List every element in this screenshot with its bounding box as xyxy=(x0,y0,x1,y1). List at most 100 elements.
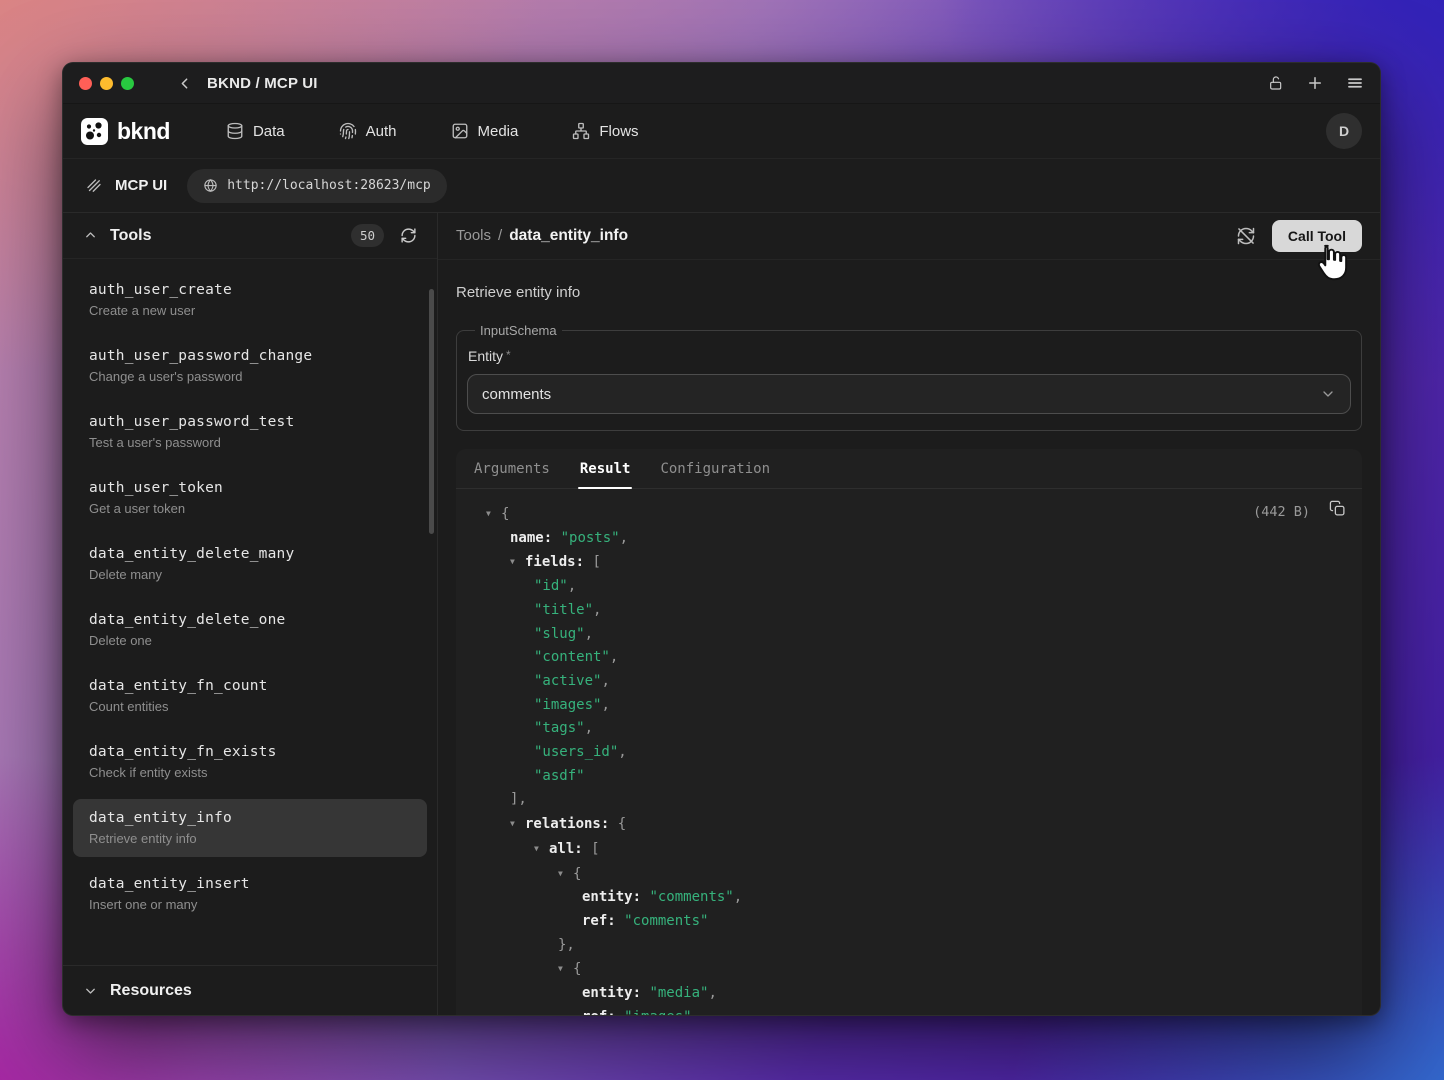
entity-select-value: comments xyxy=(482,386,551,403)
close-button[interactable] xyxy=(79,77,92,90)
tool-name: auth_user_create xyxy=(89,282,411,298)
json-punctuation: , xyxy=(610,649,618,665)
json-line: ref: "images" xyxy=(472,1006,1346,1015)
tool-name: data_entity_delete_one xyxy=(89,612,411,628)
lock-button[interactable] xyxy=(1268,75,1284,91)
expand-arrow-icon[interactable]: ▼ xyxy=(510,550,525,574)
expand-arrow-icon[interactable]: ▼ xyxy=(558,862,573,886)
new-tab-button[interactable] xyxy=(1306,74,1324,92)
json-string-value: "images" xyxy=(624,1009,691,1015)
brand-logo[interactable]: bknd xyxy=(81,118,170,145)
json-punctuation: , xyxy=(734,889,742,905)
expand-arrow-icon[interactable]: ▼ xyxy=(510,812,525,836)
json-punctuation: , xyxy=(708,985,716,1001)
json-string-value: "posts" xyxy=(561,530,620,546)
zoom-button[interactable] xyxy=(121,77,134,90)
json-string-value: "active" xyxy=(534,673,601,689)
json-punctuation: ], xyxy=(510,791,527,807)
json-string-value: "media" xyxy=(649,985,708,1001)
json-punctuation: [ xyxy=(592,554,600,570)
json-viewer: ▼{name: "posts",▼fields: ["id","title","… xyxy=(456,489,1362,1015)
json-string-value: "asdf" xyxy=(534,768,585,784)
media-image-icon xyxy=(451,122,469,140)
json-line: "slug", xyxy=(472,623,1346,647)
tools-section-header[interactable]: Tools 50 xyxy=(63,213,437,259)
json-key: ref: xyxy=(582,1009,616,1015)
expand-arrow-icon[interactable]: ▼ xyxy=(558,957,573,981)
json-line: ▼{ xyxy=(472,957,1346,982)
nav-item-auth[interactable]: Auth xyxy=(339,122,397,140)
app-window: BKND / MCP UI bknd DataAuthMediaFlows D … xyxy=(62,62,1381,1016)
breadcrumb-section[interactable]: Tools xyxy=(456,227,491,244)
json-line: "title", xyxy=(472,599,1346,623)
json-line: name: "posts", xyxy=(472,527,1346,551)
result-panel: ArgumentsResultConfiguration ▼{name: "po… xyxy=(456,449,1362,1015)
sidebar-item-data_entity_fn_count[interactable]: data_entity_fn_countCount entities xyxy=(73,667,427,725)
sidebar-scrollbar-thumb[interactable] xyxy=(429,289,434,534)
call-tool-button[interactable]: Call Tool xyxy=(1272,220,1362,252)
nav-item-data[interactable]: Data xyxy=(226,122,285,140)
json-line: "asdf" xyxy=(472,765,1346,789)
tools-title: Tools xyxy=(110,227,151,245)
json-punctuation: , xyxy=(601,697,609,713)
auto-refresh-off-button[interactable] xyxy=(1236,226,1256,246)
payload-size: (442 B) xyxy=(1253,504,1310,520)
entity-select[interactable]: comments xyxy=(467,374,1351,414)
nav-item-flows[interactable]: Flows xyxy=(572,122,638,140)
lock-open-icon xyxy=(1268,75,1284,91)
menu-button[interactable] xyxy=(1346,74,1364,92)
json-string-value: "users_id" xyxy=(534,744,618,760)
copy-button[interactable] xyxy=(1329,500,1346,517)
resources-section-header[interactable]: Resources xyxy=(63,965,437,1015)
json-key: all: xyxy=(549,841,583,857)
json-line: entity: "media", xyxy=(472,982,1346,1006)
json-tree: ▼{name: "posts",▼fields: ["id","title","… xyxy=(472,502,1346,1015)
window-titlebar: BKND / MCP UI xyxy=(63,63,1380,104)
nav-item-label: Data xyxy=(253,123,285,140)
sidebar-item-data_entity_delete_one[interactable]: data_entity_delete_oneDelete one xyxy=(73,601,427,659)
expand-arrow-icon[interactable]: ▼ xyxy=(486,502,501,526)
json-line: ▼all: [ xyxy=(472,837,1346,862)
json-string-value: "images" xyxy=(534,697,601,713)
minimize-button[interactable] xyxy=(100,77,113,90)
tool-description: Retrieve entity info xyxy=(456,284,1362,301)
json-key: entity: xyxy=(582,985,641,1001)
required-marker: * xyxy=(506,348,511,362)
tool-description: Create a new user xyxy=(89,303,411,318)
json-punctuation: { xyxy=(573,961,581,977)
brand-name: bknd xyxy=(117,118,170,145)
app-navbar: bknd Data Auth Media Flows D xyxy=(63,104,1380,159)
desktop: { "app": { "titlebar": { "title": "BKND … xyxy=(0,0,1444,1080)
user-avatar[interactable]: D xyxy=(1326,113,1362,149)
tab-result[interactable]: Result xyxy=(578,449,633,488)
nav-item-media[interactable]: Media xyxy=(451,122,519,140)
database-icon xyxy=(226,122,244,140)
sidebar-item-data_entity_delete_many[interactable]: data_entity_delete_manyDelete many xyxy=(73,535,427,593)
back-button[interactable] xyxy=(176,75,193,92)
tool-name: data_entity_fn_exists xyxy=(89,744,411,760)
json-string-value: "slug" xyxy=(534,626,585,642)
tab-configuration[interactable]: Configuration xyxy=(658,449,772,488)
hamburger-icon xyxy=(1346,74,1364,92)
mcp-url[interactable]: http://localhost:28623/mcp xyxy=(187,169,447,203)
json-key: relations: xyxy=(525,816,609,832)
sidebar-item-data_entity_info[interactable]: data_entity_infoRetrieve entity info xyxy=(73,799,427,857)
json-string-value: "id" xyxy=(534,578,568,594)
json-string-value: "comments" xyxy=(624,913,708,929)
sidebar-item-data_entity_insert[interactable]: data_entity_insertInsert one or many xyxy=(73,865,427,923)
refresh-tools-button[interactable] xyxy=(400,227,417,244)
sidebar-item-auth_user_token[interactable]: auth_user_tokenGet a user token xyxy=(73,469,427,527)
json-line: "id", xyxy=(472,575,1346,599)
json-line: "users_id", xyxy=(472,741,1346,765)
traffic-lights xyxy=(79,77,134,90)
mcp-toolbar: MCP UI http://localhost:28623/mcp xyxy=(63,159,1380,213)
sidebar-item-auth_user_password_test[interactable]: auth_user_password_testTest a user's pas… xyxy=(73,403,427,461)
expand-arrow-icon[interactable]: ▼ xyxy=(534,837,549,861)
sidebar-item-auth_user_password_change[interactable]: auth_user_password_changeChange a user's… xyxy=(73,337,427,395)
tool-description: Retrieve entity info xyxy=(89,831,411,846)
tool-detail-header: Tools/data_entity_info Call Tool xyxy=(438,213,1380,260)
json-punctuation: { xyxy=(573,866,581,882)
sidebar-item-data_entity_fn_exists[interactable]: data_entity_fn_existsCheck if entity exi… xyxy=(73,733,427,791)
sidebar-item-auth_user_create[interactable]: auth_user_create Create a new user xyxy=(73,271,427,329)
tab-arguments[interactable]: Arguments xyxy=(472,449,552,488)
